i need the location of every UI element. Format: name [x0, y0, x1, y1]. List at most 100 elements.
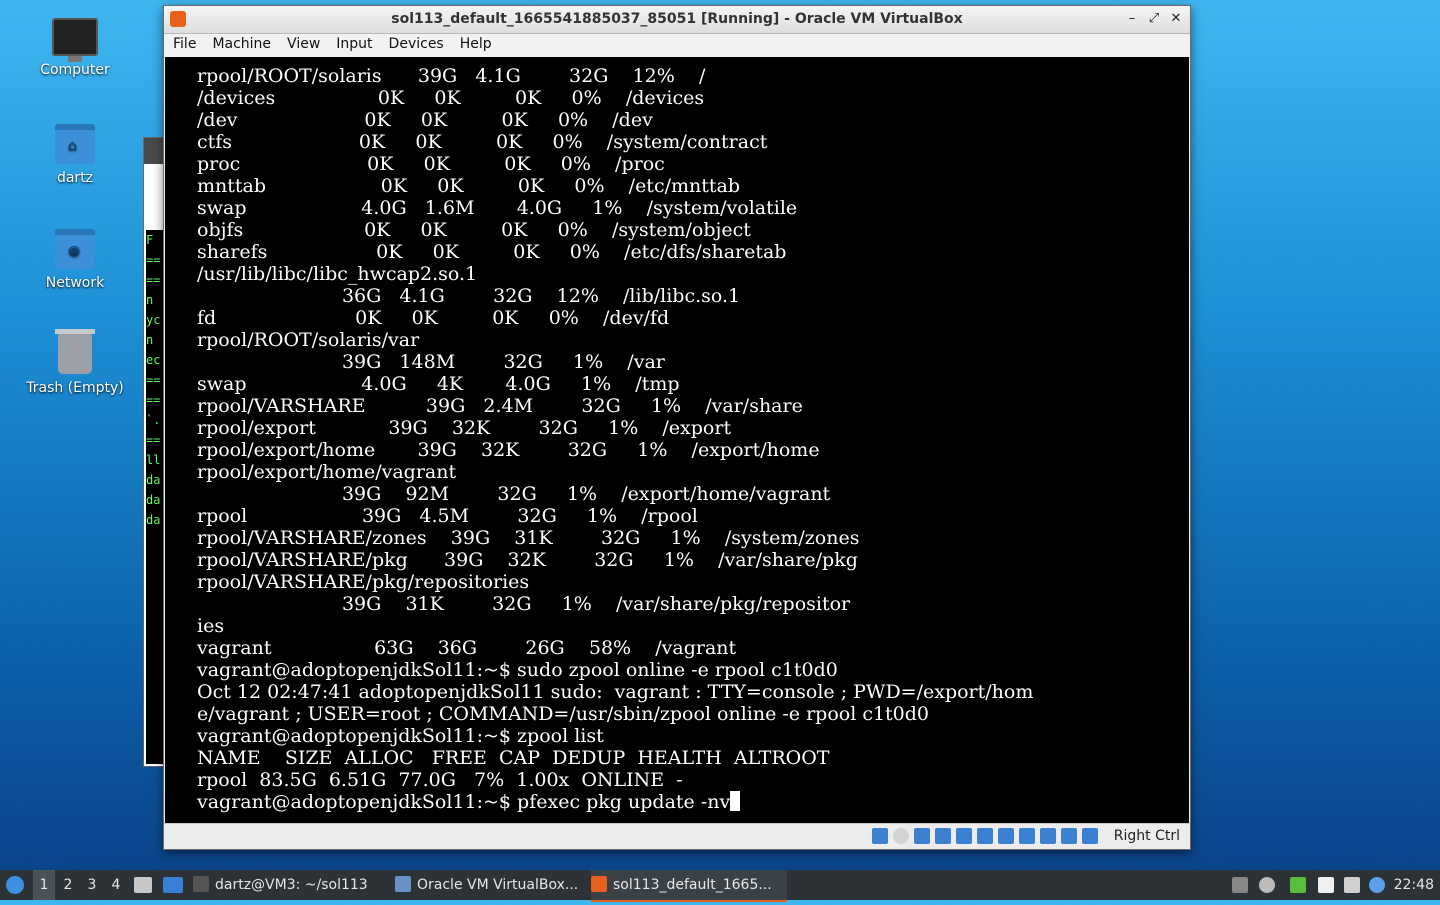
task-label: dartz@VM3: ~/sol113: [215, 877, 368, 893]
close-button[interactable]: ✕: [1166, 9, 1186, 29]
menu-help[interactable]: Help: [451, 34, 499, 52]
terminal-line: rpool 83.5G 6.51G 77.0G 7% 1.00x ONLINE …: [197, 769, 683, 791]
terminal-line: objfs 0K 0K 0K 0% /system/object: [197, 219, 751, 241]
terminal-line: 36G 4.1G 32G 12% /lib/libc.so.1: [197, 285, 741, 307]
terminal-line: proc 0K 0K 0K 0% /proc: [197, 153, 665, 175]
terminal-line: /dev 0K 0K 0K 0% /dev: [197, 109, 653, 131]
start-menu-button[interactable]: [6, 870, 28, 900]
command-input[interactable]: pfexec pkg update -nv: [517, 791, 730, 813]
terminal-line: /devices 0K 0K 0K 0% /devices: [197, 87, 705, 109]
desktop-icon-label: Computer: [40, 62, 110, 78]
terminal-line: rpool/VARSHARE/pkg 39G 32K 32G 1% /var/s…: [197, 549, 858, 571]
terminal-line: sharefs 0K 0K 0K 0% /etc/dfs/sharetab: [197, 241, 787, 263]
terminal-line: 39G 148M 32G 1% /var: [197, 351, 665, 373]
virtualbox-vm-window[interactable]: sol113_default_1665541885037_85051 [Runn…: [163, 5, 1191, 850]
desktop-icon-network[interactable]: ◉ Network: [15, 229, 135, 291]
menu-machine[interactable]: Machine: [203, 34, 278, 52]
vm-status-bar: Right Ctrl: [164, 823, 1190, 849]
volume-icon[interactable]: [1259, 877, 1275, 893]
task-virtualbox-manager[interactable]: Oracle VM VirtualBox...: [395, 870, 587, 900]
terminal-line: rpool/export/home/vagrant: [197, 461, 457, 483]
terminal-line: rpool/export 39G 32K 32G 1% /export: [197, 417, 732, 439]
terminal-line: rpool/VARSHARE/zones 39G 31K 32G 1% /sys…: [197, 527, 860, 549]
maximize-button[interactable]: ⤢: [1144, 9, 1164, 29]
terminal-line: e/vagrant ; USER=root ; COMMAND=/usr/sbi…: [197, 703, 930, 725]
browser-launcher[interactable]: [163, 870, 183, 900]
mouse-integration-icon[interactable]: [1061, 828, 1077, 844]
shared-folder-icon[interactable]: [956, 828, 972, 844]
menu-view[interactable]: View: [278, 34, 327, 52]
terminal-line: rpool/ROOT/solaris 39G 4.1G 32G 12% /: [197, 65, 706, 87]
terminal-line: rpool/export/home 39G 32K 32G 1% /export…: [197, 439, 820, 461]
terminal-line: 39G 92M 32G 1% /export/home/vagrant: [197, 483, 831, 505]
computer-icon: [52, 18, 98, 62]
clock[interactable]: 22:48: [1394, 870, 1434, 900]
terminal-line: NAME SIZE ALLOC FREE CAP DEDUP HEALTH AL…: [197, 747, 830, 769]
terminal-line: vagrant@adoptopenjdkSol11:~$ sudo zpool …: [197, 659, 838, 681]
terminal-line: rpool/VARSHARE 39G 2.4M 32G 1% /var/shar…: [197, 395, 803, 417]
network-status-icon[interactable]: [1344, 877, 1360, 893]
terminal-prompt-line[interactable]: vagrant@adoptopenjdkSol11:~$ pfexec pkg …: [197, 791, 1189, 813]
clipboard-icon[interactable]: [1318, 877, 1334, 893]
terminal-line: rpool/ROOT/solaris/var: [197, 329, 420, 351]
desktop-icon-label: Network: [45, 275, 105, 291]
menu-devices[interactable]: Devices: [380, 34, 451, 52]
network-folder-icon: ◉: [55, 229, 95, 269]
hard-disk-icon[interactable]: [872, 828, 888, 844]
file-manager-icon: [134, 877, 152, 893]
virtualbox-icon: [395, 876, 411, 892]
update-manager-icon[interactable]: [1290, 877, 1306, 893]
desktop-icon-label: Trash (Empty): [26, 380, 124, 396]
terminal-line: ctfs 0K 0K 0K 0% /system/contract: [197, 131, 768, 153]
optical-drive-icon[interactable]: [893, 828, 909, 844]
terminal-line: vagrant 63G 36G 26G 58% /vagrant: [197, 637, 737, 659]
terminal-line: ies: [197, 615, 225, 637]
video-capture-icon[interactable]: [998, 828, 1014, 844]
workspace-3[interactable]: 3: [81, 870, 103, 900]
cpu-icon[interactable]: [1040, 828, 1056, 844]
minimize-button[interactable]: –: [1122, 9, 1142, 29]
workspace-2[interactable]: 2: [57, 870, 79, 900]
keyboard-icon[interactable]: [1082, 828, 1098, 844]
terminal-line: swap 4.0G 4K 4.0G 1% /tmp: [197, 373, 680, 395]
terminal-line: vagrant@adoptopenjdkSol11:~$ zpool list: [197, 725, 604, 747]
trash-icon: [55, 329, 95, 374]
workspace-4[interactable]: 4: [105, 870, 127, 900]
host-key-label: Right Ctrl: [1113, 828, 1180, 844]
notification-icon[interactable]: [1369, 877, 1385, 893]
desktop-icon-trash[interactable]: Trash (Empty): [15, 329, 135, 396]
workspace-1[interactable]: 1: [33, 870, 55, 900]
task-label: Oracle VM VirtualBox...: [417, 877, 579, 893]
device-indicators: [872, 828, 1098, 844]
task-label: sol113_default_1665...: [613, 877, 772, 893]
desktop-icon-label: dartz: [56, 170, 94, 186]
terminal-line: rpool 39G 4.5M 32G 1% /rpool: [197, 505, 698, 527]
desktop-icon-home-folder[interactable]: ⌂ dartz: [15, 124, 135, 186]
menu-file[interactable]: File: [164, 34, 203, 52]
window-titlebar[interactable]: sol113_default_1665541885037_85051 [Runn…: [164, 6, 1190, 34]
shell-prompt: vagrant@adoptopenjdkSol11:~$: [197, 791, 518, 813]
terminal-line: 39G 31K 32G 1% /var/share/pkg/repositor: [197, 593, 851, 615]
desktop-icon-computer[interactable]: Computer: [15, 18, 135, 78]
network-icon[interactable]: [914, 828, 930, 844]
file-manager-launcher[interactable]: [134, 870, 152, 900]
task-vm-window[interactable]: sol113_default_1665...: [591, 870, 787, 902]
window-title: sol113_default_1665541885037_85051 [Runn…: [391, 11, 963, 27]
linux-logo-icon: [6, 876, 24, 894]
terminal-line: Oct 12 02:47:41 adoptopenjdkSol11 sudo: …: [197, 681, 1034, 703]
display-icon[interactable]: [977, 828, 993, 844]
menu-bar: File Machine View Input Devices Help: [164, 34, 1190, 58]
recording-icon[interactable]: [1019, 828, 1035, 844]
home-folder-icon: ⌂: [55, 124, 95, 164]
battery-icon[interactable]: [1232, 877, 1248, 893]
vm-console-screen[interactable]: rpool/ROOT/solaris 39G 4.1G 32G 12% //de…: [165, 57, 1189, 823]
taskbar: 1 2 3 4 dartz@VM3: ~/sol113 Oracle VM Vi…: [0, 870, 1440, 902]
terminal-output: rpool/ROOT/solaris 39G 4.1G 32G 12% //de…: [165, 57, 1189, 813]
terminal-line: /usr/lib/libc/libc_hwcap2.so.1: [197, 263, 478, 285]
terminal-icon: [193, 876, 209, 892]
usb-icon[interactable]: [935, 828, 951, 844]
terminal-line: swap 4.0G 1.6M 4.0G 1% /system/volatile: [197, 197, 798, 219]
window-icon: [163, 877, 183, 893]
menu-input[interactable]: Input: [327, 34, 379, 52]
task-terminal[interactable]: dartz@VM3: ~/sol113: [193, 870, 389, 900]
